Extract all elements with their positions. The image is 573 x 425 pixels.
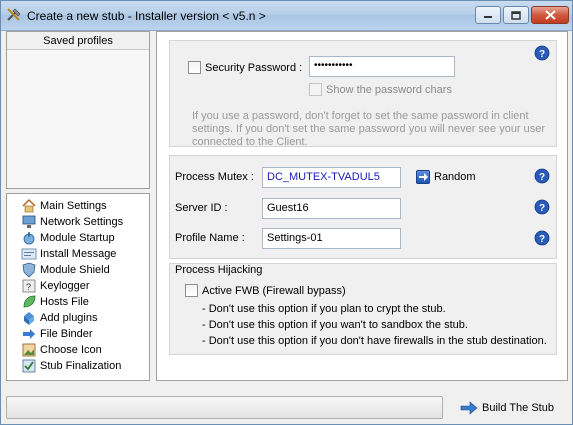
server-id-input[interactable]: Guest16 (262, 198, 401, 219)
nav-item-add-plugins[interactable]: Add plugins (21, 310, 149, 326)
server-id-label: Server ID : (175, 202, 228, 214)
minimize-button[interactable] (475, 6, 501, 24)
security-hint-text: If you use a password, don't forget to s… (192, 110, 546, 148)
help-icon[interactable]: ? (534, 168, 550, 184)
startup-icon (23, 232, 35, 245)
nav-item-label: Add plugins (40, 312, 98, 324)
security-password-label: Security Password : (205, 62, 303, 74)
nav-item-keylogger[interactable]: ? Keylogger (21, 278, 149, 294)
shield-icon (22, 262, 36, 278)
build-stub-button[interactable]: Build The Stub (460, 398, 560, 418)
security-password-checkbox[interactable] (188, 61, 201, 74)
nav-item-label: Network Settings (40, 216, 124, 228)
hijacking-note-3: - Don't use this option if you don't hav… (202, 335, 547, 347)
process-hijacking-section: Process Hijacking Active FWB (Firewall b… (169, 263, 557, 355)
build-stub-label: Build The Stub (482, 402, 554, 414)
help-icon[interactable]: ? (534, 230, 550, 246)
svg-text:?: ? (539, 203, 545, 214)
nav-item-label: Keylogger (40, 280, 90, 292)
home-icon (22, 198, 36, 213)
show-password-label: Show the password chars (326, 84, 452, 96)
process-section: Process Mutex : DC_MUTEX-TVADUL5 Random … (169, 155, 557, 259)
build-arrow-icon (460, 401, 478, 415)
plugin-icon (24, 312, 34, 325)
nav-item-label: Choose Icon (40, 344, 102, 356)
nav-item-choose-icon[interactable]: Choose Icon (21, 342, 149, 358)
nav-item-file-binder[interactable]: File Binder (21, 326, 149, 342)
window-title: Create a new stub - Installer version < … (27, 9, 266, 23)
process-hijacking-title: Process Hijacking (175, 264, 263, 276)
network-icon (22, 215, 36, 228)
svg-text:?: ? (26, 282, 31, 292)
active-fwb-label: Active FWB (Firewall bypass) (202, 285, 346, 297)
installer-window: Create a new stub - Installer version < … (0, 0, 573, 425)
message-icon (21, 248, 37, 260)
tools-icon (7, 8, 21, 21)
nav-item-install-message[interactable]: Install Message (21, 246, 149, 262)
main-settings-panel: Security Password : ••••••••••• Show the… (156, 31, 568, 381)
nav-item-hosts-file[interactable]: Hosts File (21, 294, 149, 310)
keyboard-icon: ? (22, 279, 36, 293)
progress-bar (6, 396, 443, 419)
maximize-icon (511, 10, 521, 20)
nav-item-label: Module Shield (40, 264, 110, 276)
nav-item-label: Hosts File (40, 296, 89, 308)
active-fwb-checkbox[interactable] (185, 284, 198, 297)
saved-profiles-panel[interactable]: Saved profiles (6, 31, 150, 189)
nav-item-label: Module Startup (40, 232, 115, 244)
settings-nav: Main Settings Network Settings Module St… (6, 193, 150, 381)
maximize-button[interactable] (503, 6, 529, 24)
process-mutex-input[interactable]: DC_MUTEX-TVADUL5 (262, 167, 401, 188)
nav-item-module-startup[interactable]: Module Startup (21, 230, 149, 246)
image-icon (22, 343, 36, 357)
nav-item-module-shield[interactable]: Module Shield (21, 262, 149, 278)
security-password-input[interactable]: ••••••••••• (309, 56, 455, 77)
svg-text:?: ? (539, 234, 545, 245)
svg-text:?: ? (539, 172, 545, 183)
leaf-icon (23, 295, 36, 308)
random-button[interactable] (416, 170, 430, 184)
finalize-icon (22, 359, 36, 373)
nav-item-label: Main Settings (40, 200, 107, 212)
minimize-icon (484, 16, 492, 18)
show-password-checkbox[interactable] (309, 83, 322, 96)
binder-icon (23, 329, 35, 339)
profile-name-label: Profile Name : (175, 232, 245, 244)
title-bar[interactable]: Create a new stub - Installer version < … (1, 1, 572, 31)
nav-item-label: File Binder (40, 328, 93, 340)
nav-item-network-settings[interactable]: Network Settings (21, 214, 149, 230)
nav-item-label: Install Message (40, 248, 117, 260)
profile-name-input[interactable]: Settings-01 (262, 228, 401, 249)
random-label[interactable]: Random (434, 171, 476, 183)
nav-item-main-settings[interactable]: Main Settings (21, 198, 149, 214)
close-button[interactable] (531, 6, 569, 24)
close-icon (544, 10, 556, 20)
process-mutex-label: Process Mutex : (175, 171, 254, 183)
nav-item-label: Stub Finalization (40, 360, 122, 372)
svg-text:?: ? (539, 49, 545, 60)
hijacking-note-1: - Don't use this option if you plan to c… (202, 303, 446, 315)
security-section: Security Password : ••••••••••• Show the… (169, 40, 557, 148)
saved-profiles-header: Saved profiles (7, 32, 149, 50)
help-icon[interactable]: ? (534, 45, 550, 61)
help-icon[interactable]: ? (534, 199, 550, 215)
arrow-right-icon (419, 173, 428, 181)
hijacking-note-2: - Don't use this option if you wan't to … (202, 319, 468, 331)
nav-item-stub-finalization[interactable]: Stub Finalization (21, 358, 149, 374)
